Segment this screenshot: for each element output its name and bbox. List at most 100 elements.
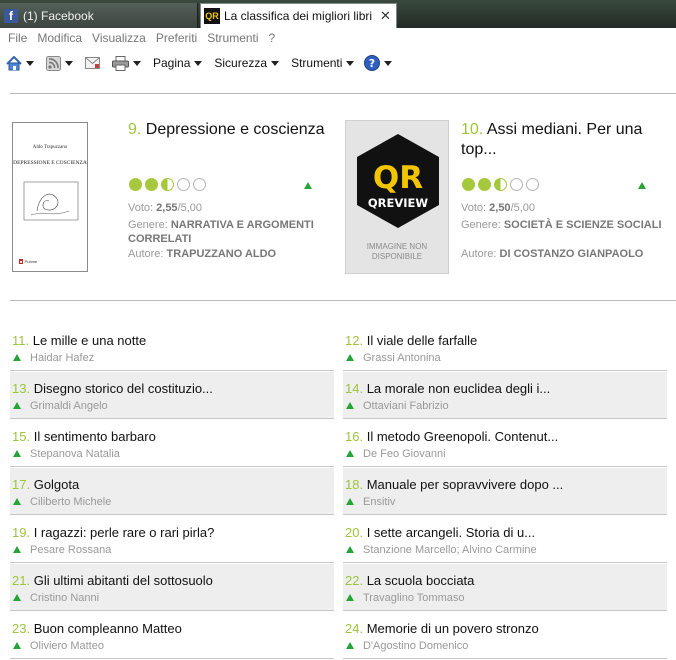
- chevron-down-icon[interactable]: [65, 60, 73, 66]
- author-text: Autore: TRAPUZZANO ALDO: [128, 247, 338, 261]
- divider: [10, 300, 676, 301]
- home-icon: [6, 55, 22, 70]
- help-icon: ?: [364, 55, 381, 71]
- list-item[interactable]: 21. Gli ultimi abitanti del sottosuolo C…: [10, 564, 334, 611]
- list-item-author[interactable]: Cristino Nanni: [30, 592, 99, 604]
- qr-review-logo: QR QREVIEW: [357, 134, 439, 228]
- genre-link[interactable]: SOCIETÀ E SCIENZE SOCIALI: [504, 219, 662, 231]
- menu-strumenti[interactable]: Strumenti: [207, 31, 258, 45]
- tab-facebook[interactable]: f (1) Facebook: [0, 3, 198, 28]
- list-item-author[interactable]: Ensitiv: [363, 496, 395, 508]
- list-item[interactable]: 17. Golgota Ciliberto Michele: [10, 468, 334, 515]
- list-item[interactable]: 12. Il viale delle farfalle Grassi Anton…: [343, 324, 667, 371]
- tab-classifica[interactable]: QR La classifica dei migliori libri ✕: [200, 3, 397, 28]
- author-text: Autore: DI COSTANZO GIANPAOLO: [461, 247, 671, 261]
- list-item[interactable]: 18. Manuale per sopravvivere dopo ... En…: [343, 468, 667, 515]
- list-item-title[interactable]: 21. Gli ultimi abitanti del sottosuolo: [12, 573, 213, 588]
- cover-publisher-name: Pubme: [24, 259, 38, 264]
- list-item-author[interactable]: Grimaldi Angelo: [30, 400, 108, 412]
- rating-dot: [145, 178, 158, 191]
- chevron-down-icon[interactable]: [26, 60, 34, 66]
- list-item-author[interactable]: De Feo Giovanni: [363, 448, 446, 460]
- list-item[interactable]: 16. Il metodo Greenopoli. Contenut... De…: [343, 420, 667, 467]
- tools-menu-button[interactable]: Strumenti: [291, 56, 355, 70]
- author-link[interactable]: TRAPUZZANO ALDO: [167, 248, 277, 260]
- list-item-title-text: La scuola bocciata: [366, 573, 475, 588]
- list-item[interactable]: 20. I sette arcangeli. Storia di u... St…: [343, 516, 667, 563]
- book-cover[interactable]: Aldo Trapuzzano DEPRESSIONE E COSCIENZA …: [12, 122, 88, 272]
- list-item-rank: 23.: [12, 621, 31, 636]
- list-item-author[interactable]: Stepanova Natalia: [30, 448, 120, 460]
- list-item-title[interactable]: 18. Manuale per sopravvivere dopo ...: [345, 477, 563, 492]
- list-item[interactable]: 15. Il sentimento barbaro Stepanova Nata…: [10, 420, 334, 467]
- trend-up-icon: [13, 354, 21, 361]
- rating-value: 2,50: [489, 202, 511, 214]
- list-item-author[interactable]: Travaglino Tommaso: [363, 592, 465, 604]
- list-item-rank: 17.: [12, 477, 31, 492]
- author-link[interactable]: DI COSTANZO GIANPAOLO: [500, 248, 644, 260]
- rating-label: Voto:: [461, 202, 490, 214]
- list-item[interactable]: 11. Le mille e una notte Haidar Hafez: [10, 324, 334, 371]
- chevron-down-icon[interactable]: [384, 60, 393, 66]
- menu-preferiti[interactable]: Preferiti: [156, 31, 197, 45]
- rating-dot: [478, 178, 491, 191]
- list-item-rank: 14.: [345, 381, 364, 396]
- menu-help[interactable]: ?: [269, 31, 276, 45]
- home-button[interactable]: [6, 55, 34, 71]
- rating-dots: [462, 178, 542, 191]
- mail-button[interactable]: [85, 57, 100, 69]
- list-item-title[interactable]: 20. I sette arcangeli. Storia di u...: [345, 525, 535, 540]
- list-item[interactable]: 13. Disegno storico del costituzio... Gr…: [10, 372, 334, 419]
- list-item-author[interactable]: Ottaviani Fabrizio: [363, 400, 449, 412]
- list-item-author[interactable]: Stanzione Marcello; Alvino Carmine: [363, 544, 537, 556]
- trend-up-icon: [13, 498, 21, 505]
- safety-menu-button[interactable]: Sicurezza: [214, 56, 280, 70]
- list-item-title[interactable]: 17. Golgota: [12, 477, 79, 492]
- list-item-title[interactable]: 12. Il viale delle farfalle: [345, 333, 477, 348]
- list-item-author[interactable]: Grassi Antonina: [363, 352, 441, 364]
- list-item[interactable]: 14. La morale non euclidea degli i... Ot…: [343, 372, 667, 419]
- list-item-title-text: I sette arcangeli. Storia di u...: [366, 525, 536, 540]
- list-item[interactable]: 23. Buon compleanno Matteo Oliviero Matt…: [10, 612, 334, 659]
- list-item-author[interactable]: Haidar Hafez: [30, 352, 94, 364]
- list-item-title[interactable]: 19. I ragazzi: perle rare o rari pirla?: [12, 525, 214, 540]
- row-divider: [10, 562, 334, 563]
- menu-modifica[interactable]: Modifica: [37, 31, 82, 45]
- svg-text:?: ?: [369, 57, 375, 70]
- page-menu-button[interactable]: Pagina: [153, 56, 203, 70]
- list-item-title[interactable]: 16. Il metodo Greenopoli. Contenut...: [345, 429, 558, 444]
- book-cover-placeholder[interactable]: QR QREVIEW IMMAGINE NON DISPONIBILE: [345, 120, 449, 274]
- list-item-title[interactable]: 11. Le mille e una notte: [12, 333, 146, 348]
- qr-review-icon: QR: [204, 8, 220, 24]
- list-item-title[interactable]: 24. Memorie di un povero stronzo: [345, 621, 539, 636]
- close-tab-icon[interactable]: ✕: [380, 8, 391, 24]
- print-button[interactable]: [112, 55, 141, 71]
- list-item-author[interactable]: Pesare Rossana: [30, 544, 111, 556]
- list-item-title[interactable]: 15. Il sentimento barbaro: [12, 429, 156, 444]
- chevron-down-icon[interactable]: [133, 60, 141, 66]
- rating-text: Voto: 2,55/5,00: [128, 201, 338, 215]
- list-item-title[interactable]: 22. La scuola bocciata: [345, 573, 474, 588]
- list-item-rank: 18.: [345, 477, 364, 492]
- menu-visualizza[interactable]: Visualizza: [92, 31, 146, 45]
- list-item-title[interactable]: 14. La morale non euclidea degli i...: [345, 381, 550, 396]
- list-item[interactable]: 24. Memorie di un povero stronzo D'Agost…: [343, 612, 667, 659]
- rating-value: 2,55: [156, 202, 178, 214]
- list-item-title[interactable]: 13. Disegno storico del costituzio...: [12, 381, 213, 396]
- list-item[interactable]: 22. La scuola bocciata Travaglino Tommas…: [343, 564, 667, 611]
- list-item-title-text: Golgota: [33, 477, 80, 492]
- book-title-link[interactable]: 10. Assi mediani. Per una top...: [461, 120, 661, 160]
- tools-menu-label: Strumenti: [291, 56, 343, 70]
- list-item[interactable]: 19. I ragazzi: perle rare o rari pirla? …: [10, 516, 334, 563]
- book-title-link[interactable]: 9. Depressione e coscienza: [128, 120, 328, 140]
- list-item-author[interactable]: D'Agostino Domenico: [363, 640, 468, 652]
- cover-author: Aldo Trapuzzano: [32, 145, 68, 150]
- menu-file[interactable]: File: [8, 31, 27, 45]
- help-button[interactable]: ?: [364, 55, 393, 71]
- list-item-title[interactable]: 23. Buon compleanno Matteo: [12, 621, 182, 636]
- feeds-button[interactable]: [46, 55, 73, 71]
- row-divider: [343, 658, 667, 659]
- row-divider: [10, 514, 334, 515]
- list-item-author[interactable]: Ciliberto Michele: [30, 496, 111, 508]
- list-item-author[interactable]: Oliviero Matteo: [30, 640, 104, 652]
